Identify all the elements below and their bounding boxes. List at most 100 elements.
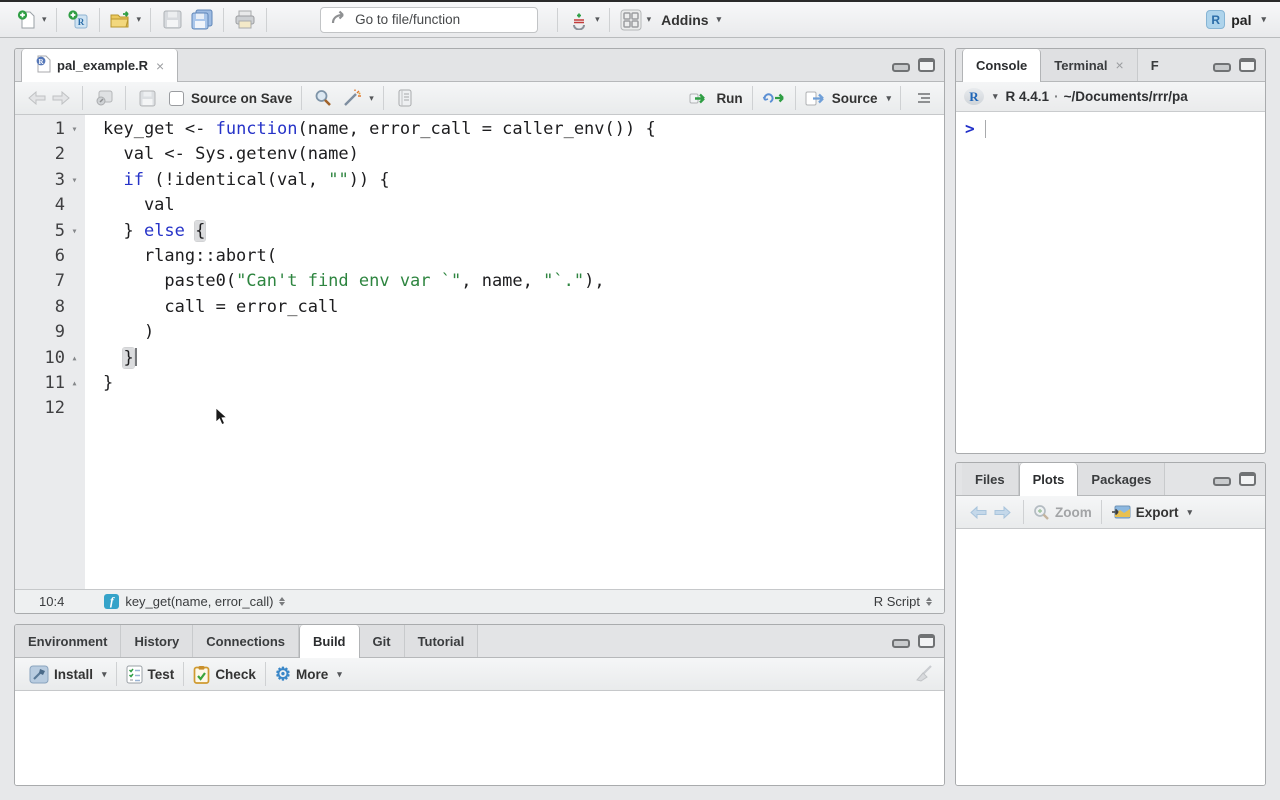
run-button[interactable]: Run (689, 91, 742, 106)
open-in-window-icon[interactable] (92, 86, 116, 110)
fold-marker-icon[interactable]: ▴ (65, 346, 84, 371)
tab-connections[interactable]: Connections (193, 625, 299, 657)
fold-marker-icon[interactable]: ▾ (65, 219, 84, 244)
save-all-icon[interactable] (190, 8, 214, 32)
chevron-down-icon[interactable]: ▾ (42, 15, 47, 24)
minimize-pane-icon[interactable] (1213, 477, 1231, 486)
svg-text:R: R (77, 17, 84, 27)
maximize-pane-icon[interactable] (918, 58, 935, 72)
code-line[interactable] (103, 396, 944, 421)
code-line[interactable]: } else { (103, 219, 944, 244)
code-line[interactable]: ) (103, 320, 944, 345)
gutter-line[interactable]: 7 (15, 269, 85, 294)
print-icon[interactable] (233, 8, 257, 32)
tab-git[interactable]: Git (360, 625, 405, 657)
minimize-pane-icon[interactable] (892, 63, 910, 72)
more-button[interactable]: ⚙ More ▾ (275, 665, 342, 683)
code-line[interactable]: } (103, 346, 944, 371)
maximize-pane-icon[interactable] (918, 634, 935, 648)
forward-icon[interactable] (49, 86, 73, 110)
tab-truncated[interactable]: F (1138, 49, 1164, 81)
minimize-pane-icon[interactable] (892, 639, 910, 648)
new-file-icon[interactable] (14, 8, 38, 32)
install-button[interactable]: Install ▾ (29, 665, 107, 684)
test-button[interactable]: Test (126, 665, 175, 684)
gutter-line[interactable]: 9 (15, 320, 85, 345)
gutter-line[interactable]: 5▾ (15, 219, 85, 244)
zoom-plot-button[interactable]: Zoom (1033, 504, 1092, 520)
gutter-line[interactable]: 8 (15, 295, 85, 320)
tab-environment[interactable]: Environment (15, 625, 121, 657)
export-plot-button[interactable]: Export ▾ (1111, 504, 1192, 520)
previous-plot-icon[interactable] (966, 500, 990, 524)
doc-type[interactable]: R Script (874, 594, 920, 609)
minimize-pane-icon[interactable] (1213, 63, 1231, 72)
tab-tutorial[interactable]: Tutorial (405, 625, 479, 657)
next-plot-icon[interactable] (990, 500, 1014, 524)
save-icon[interactable] (160, 8, 184, 32)
compile-report-icon[interactable] (393, 86, 417, 110)
gutter-line[interactable]: 10▴ (15, 346, 85, 371)
code-segment-plain: } (103, 373, 113, 393)
gutter-line[interactable]: 11▴ (15, 371, 85, 396)
code-line[interactable]: val <- Sys.getenv(name) (103, 142, 944, 167)
gutter-line[interactable]: 1▾ (15, 117, 85, 142)
doc-type-stepper-icon[interactable] (926, 597, 932, 606)
tab-pal-example[interactable]: R pal_example.R × (21, 49, 178, 82)
document-outline-icon[interactable] (910, 86, 934, 110)
tab-build[interactable]: Build (299, 625, 360, 658)
r-logo-icon[interactable]: R (964, 88, 984, 105)
rerun-icon[interactable] (762, 86, 786, 110)
fold-marker-icon[interactable]: ▴ (65, 371, 84, 396)
code-line[interactable]: val (103, 193, 944, 218)
gutter-line[interactable]: 3▾ (15, 168, 85, 193)
code-line[interactable]: paste0("Can't find env var `", name, "`.… (103, 269, 944, 294)
gutter-line[interactable]: 4 (15, 193, 85, 218)
version-control-icon[interactable] (567, 8, 591, 32)
search-icon[interactable] (311, 86, 335, 110)
code-tools-wand-icon[interactable] (341, 86, 365, 110)
fold-marker-icon[interactable]: ▾ (65, 168, 84, 193)
console-input-area[interactable]: > (956, 112, 1265, 145)
context-stepper-icon[interactable] (279, 597, 285, 606)
chevron-down-icon[interactable]: ▾ (993, 92, 998, 101)
pane-layout-icon[interactable] (619, 8, 643, 32)
tab-history[interactable]: History (121, 625, 193, 657)
tab-terminal[interactable]: Terminal × (1041, 49, 1137, 81)
back-icon[interactable] (25, 86, 49, 110)
code-line[interactable]: rlang::abort( (103, 244, 944, 269)
code-line[interactable]: if (!identical(val, "")) { (103, 168, 944, 193)
working-directory[interactable]: ~/Documents/rrr/pa (1064, 89, 1188, 104)
goto-file-function-input[interactable]: Go to file/function (320, 7, 538, 33)
project-menu[interactable]: R pal ▾ (1206, 10, 1266, 29)
addins-menu[interactable]: Addins ▾ (661, 12, 721, 28)
close-icon[interactable]: × (156, 58, 164, 74)
chevron-down-icon[interactable]: ▾ (369, 94, 374, 103)
gutter-line[interactable]: 6 (15, 244, 85, 269)
code-editor[interactable]: 1▾23▾45▾678910▴11▴12 key_get <- function… (15, 115, 944, 589)
tab-plots[interactable]: Plots (1019, 463, 1079, 496)
code-line[interactable]: } (103, 371, 944, 396)
save-icon[interactable] (135, 86, 159, 110)
code-line[interactable]: call = error_call (103, 295, 944, 320)
gutter-line[interactable]: 2 (15, 142, 85, 167)
source-on-save-checkbox[interactable] (169, 91, 184, 106)
maximize-pane-icon[interactable] (1239, 472, 1256, 486)
fold-marker-icon[interactable]: ▾ (65, 117, 84, 142)
chevron-down-icon[interactable]: ▾ (595, 15, 600, 24)
new-project-icon[interactable]: R (66, 8, 90, 32)
tab-files[interactable]: Files (962, 463, 1019, 495)
source-button[interactable]: Source ▾ (805, 91, 891, 106)
check-button[interactable]: Check (193, 665, 256, 684)
maximize-pane-icon[interactable] (1239, 58, 1256, 72)
tab-console[interactable]: Console (962, 49, 1041, 82)
tab-packages[interactable]: Packages (1078, 463, 1165, 495)
chevron-down-icon[interactable]: ▾ (137, 15, 142, 24)
gutter-line[interactable]: 12 (15, 396, 85, 421)
chevron-down-icon[interactable]: ▾ (647, 15, 652, 24)
open-file-icon[interactable] (109, 8, 133, 32)
function-context[interactable]: key_get(name, error_call) (125, 594, 273, 609)
clear-broom-icon[interactable] (910, 662, 934, 686)
code-line[interactable]: key_get <- function(name, error_call = c… (103, 117, 944, 142)
close-icon[interactable]: × (1116, 57, 1124, 73)
